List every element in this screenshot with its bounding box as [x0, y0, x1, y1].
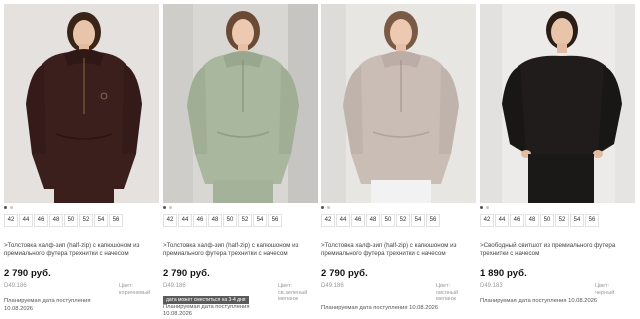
carousel-dot[interactable]: [321, 206, 324, 209]
size-option[interactable]: 52: [555, 214, 569, 227]
size-selector: 42 44 46 48 50 52 54 56: [4, 214, 123, 227]
carousel-dots: [163, 206, 172, 210]
product-photo[interactable]: [321, 4, 476, 203]
product-image: [4, 4, 159, 203]
carousel-dot[interactable]: [169, 206, 172, 209]
product-photo[interactable]: [4, 4, 159, 203]
size-option[interactable]: 56: [426, 214, 440, 227]
size-option[interactable]: 50: [223, 214, 237, 227]
size-option[interactable]: 52: [79, 214, 93, 227]
product-color: Цвет: коричневый: [119, 283, 159, 296]
size-option[interactable]: 44: [336, 214, 350, 227]
product-sku: D49.186: [4, 283, 27, 289]
product-price: 2 790 руб.: [4, 268, 51, 279]
carousel-dot[interactable]: [4, 206, 7, 209]
product-price: 2 790 руб.: [163, 268, 210, 279]
product-grid: 42 44 46 48 50 52 54 56 >Толстовка халф-…: [0, 0, 640, 319]
size-option[interactable]: 52: [396, 214, 410, 227]
size-option[interactable]: 48: [208, 214, 222, 227]
size-option[interactable]: 46: [34, 214, 48, 227]
carousel-dot[interactable]: [480, 206, 483, 209]
delay-badge: дата может сместиться на 3-4 дня: [163, 296, 249, 304]
size-option[interactable]: 50: [64, 214, 78, 227]
size-option[interactable]: 56: [109, 214, 123, 227]
product-color: Цвет: овсяный меланж: [436, 283, 476, 303]
product-price: 2 790 руб.: [321, 268, 368, 279]
size-option[interactable]: 44: [178, 214, 192, 227]
product-name-link[interactable]: >Свободный свитшот из премиального футер…: [480, 242, 635, 258]
carousel-dot[interactable]: [327, 206, 330, 209]
product-sku: D49.186: [163, 283, 186, 289]
size-selector: 42 44 46 48 50 52 54 56: [480, 214, 599, 227]
size-option[interactable]: 56: [268, 214, 282, 227]
size-option[interactable]: 48: [49, 214, 63, 227]
product-card[interactable]: 42 44 46 48 50 52 54 56 >Толстовка халф-…: [163, 0, 318, 319]
size-option[interactable]: 42: [321, 214, 335, 227]
planned-arrival-date: 10.08.2026: [4, 306, 34, 312]
planned-arrival-date: 10.08.2026: [163, 311, 193, 317]
size-option[interactable]: 48: [366, 214, 380, 227]
size-option[interactable]: 44: [495, 214, 509, 227]
product-card[interactable]: 42 44 46 48 50 52 54 56 >Свободный свитш…: [480, 0, 635, 319]
size-option[interactable]: 52: [238, 214, 252, 227]
product-name-link[interactable]: >Толстовка халф-зип (half-zip) с капюшон…: [163, 242, 318, 258]
planned-arrival-label: Планируемая дата поступления 10.08.2026: [480, 298, 598, 304]
size-option[interactable]: 44: [19, 214, 33, 227]
product-image: [480, 4, 635, 203]
size-option[interactable]: 54: [94, 214, 108, 227]
color-value: коричневый: [119, 289, 151, 296]
product-color: Цвет: черный: [595, 283, 635, 296]
product-photo[interactable]: [163, 4, 318, 203]
size-option[interactable]: 42: [163, 214, 177, 227]
size-option[interactable]: 54: [253, 214, 267, 227]
planned-arrival-label: Планируемая дата поступления 10.08.2026: [321, 305, 439, 311]
size-option[interactable]: 46: [351, 214, 365, 227]
planned-arrival-label: Планируемая дата поступления: [4, 298, 91, 304]
size-option[interactable]: 50: [381, 214, 395, 227]
carousel-dot[interactable]: [10, 206, 13, 209]
size-option[interactable]: 48: [525, 214, 539, 227]
product-name-link[interactable]: >Толстовка халф-зип (half-zip) с капюшон…: [4, 242, 159, 258]
size-option[interactable]: 54: [570, 214, 584, 227]
product-price: 1 890 руб.: [480, 268, 527, 279]
product-card[interactable]: 42 44 46 48 50 52 54 56 >Толстовка халф-…: [4, 0, 159, 319]
product-name-link[interactable]: >Толстовка халф-зип (half-zip) с капюшон…: [321, 242, 476, 258]
size-selector: 42 44 46 48 50 52 54 56: [163, 214, 282, 227]
size-option[interactable]: 42: [4, 214, 18, 227]
product-photo[interactable]: [480, 4, 635, 203]
size-option[interactable]: 46: [510, 214, 524, 227]
planned-arrival-label: Планируемая дата поступления: [163, 304, 250, 310]
product-sku: D49.183: [480, 283, 503, 289]
product-card[interactable]: 42 44 46 48 50 52 54 56 >Толстовка халф-…: [321, 0, 476, 319]
product-sku: D49.186: [321, 283, 344, 289]
size-option[interactable]: 54: [411, 214, 425, 227]
size-selector: 42 44 46 48 50 52 54 56: [321, 214, 440, 227]
size-option[interactable]: 46: [193, 214, 207, 227]
color-value: черный: [595, 289, 615, 296]
carousel-dot[interactable]: [486, 206, 489, 209]
carousel-dots: [480, 206, 489, 210]
color-value: св.зеленый меланж: [278, 289, 308, 303]
product-color: Цвет: св.зеленый меланж: [278, 283, 318, 303]
product-image: [163, 4, 318, 203]
product-image: [321, 4, 476, 203]
size-option[interactable]: 50: [540, 214, 554, 227]
size-option[interactable]: 42: [480, 214, 494, 227]
carousel-dot[interactable]: [163, 206, 166, 209]
carousel-dots: [4, 206, 13, 210]
carousel-dots: [321, 206, 330, 210]
color-value: овсяный меланж: [436, 289, 459, 303]
size-option[interactable]: 56: [585, 214, 599, 227]
